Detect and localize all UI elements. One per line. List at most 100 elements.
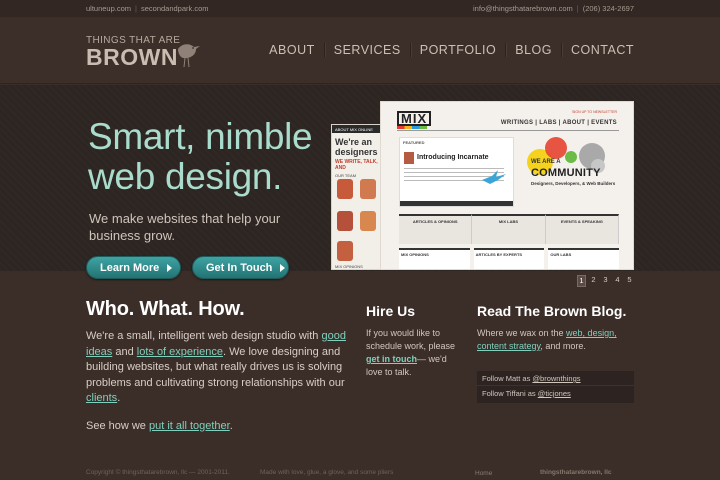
hire-heading: Hire Us	[366, 303, 416, 319]
learn-more-label: Learn More	[100, 261, 160, 274]
get-in-touch-button[interactable]: Get In Touch	[192, 256, 289, 279]
blog-text-part: , and more.	[540, 341, 586, 351]
screenshot-team-label: OUR TEAM	[335, 173, 357, 178]
mix-logo: MIX	[397, 111, 432, 126]
phone-number: (206) 324-2697	[582, 4, 634, 13]
made-with-text: Made with love, glue, a glove, and some …	[260, 469, 394, 476]
portfolio-screenshot-main[interactable]: MIX SIGN UP TO NEWSLETTER WRITINGS | LAB…	[380, 101, 634, 270]
pager-2[interactable]: 2	[589, 275, 598, 287]
team-photo	[360, 179, 376, 199]
nav-blog[interactable]: BLOG	[505, 43, 561, 57]
mix-columns-lower: MIX OPINIONS ARTICLES BY EXPERTS OUR LAB…	[399, 248, 620, 269]
site-logo[interactable]: THINGS THAT ARE BROWN	[86, 35, 226, 75]
see-how-part: See how we	[86, 419, 149, 432]
bird-icon	[178, 44, 200, 68]
about-text-part: We're a small, intelligent web design st…	[86, 330, 322, 342]
main-nav: ABOUT SERVICES PORTFOLIO BLOG CONTACT	[260, 43, 634, 57]
divider	[397, 130, 619, 131]
experience-link[interactable]: lots of experience	[137, 346, 223, 358]
nav-portfolio[interactable]: PORTFOLIO	[409, 43, 506, 57]
slideshow-pager: 1 2 3 4 5	[577, 275, 634, 287]
column-articles: ARTICLES & OPINIONS	[399, 214, 473, 244]
featured-thumbnail	[404, 152, 414, 164]
tiffani-twitter-link[interactable]: @ticjones	[538, 389, 571, 398]
pager-3[interactable]: 3	[601, 275, 610, 287]
follow-tiffani: Follow Tiffani as @ticjones	[477, 385, 634, 400]
site-footer: Copyright © thingsthatarebrown, llc — 20…	[0, 463, 720, 480]
footer-home-link[interactable]: Home	[475, 470, 492, 477]
link-secondandpark[interactable]: secondandpark.com	[141, 4, 209, 13]
see-how-text: See how we put it all together.	[86, 420, 356, 432]
hire-text: If you would like to schedule work, plea…	[366, 327, 460, 379]
team-photo	[337, 241, 353, 261]
featured-title: Introducing Incarnate	[417, 154, 489, 161]
hero-title: Smart, nimble web design.	[88, 117, 328, 197]
screenshot-opinions-label: MIX OPINIONS	[335, 264, 363, 269]
pager-5[interactable]: 5	[625, 275, 634, 287]
featured-pager	[400, 201, 513, 206]
nav-about[interactable]: ABOUT	[260, 43, 324, 57]
community-subtitle: Designers, Developers, & Web Builders	[531, 181, 616, 186]
hire-section: Hire Us If you would like to schedule wo…	[366, 303, 460, 379]
blog-heading: Read The Brown Blog.	[477, 303, 627, 319]
pager-1[interactable]: 1	[577, 275, 586, 287]
blog-section: Read The Brown Blog. Where we wax on the…	[477, 303, 637, 353]
put-together-link[interactable]: put it all together	[149, 420, 230, 432]
mix-signup: SIGN UP TO NEWSLETTER	[572, 110, 617, 114]
column-labs: MIX LABS	[472, 214, 546, 244]
community-title: COMMUNITY	[531, 167, 601, 179]
follow-text: Follow Tiffani as	[482, 389, 538, 398]
team-photo	[337, 211, 353, 231]
matt-twitter-link[interactable]: @brownthings	[532, 374, 580, 383]
email-link[interactable]: info@thingsthatarebrown.com	[473, 4, 573, 13]
learn-more-button[interactable]: Learn More	[86, 256, 181, 279]
blog-text-part: Where we wax on the	[477, 328, 567, 338]
column-experts: ARTICLES BY EXPERTS	[473, 248, 545, 269]
footer-company-name: thingsthatarebrown, llc	[540, 469, 612, 476]
column-opinions: MIX OPINIONS	[399, 248, 470, 269]
blog-text: Where we wax on the web, design, content…	[477, 327, 637, 353]
utility-bar: ultuneup.com | secondandpark.com info@thin…	[0, 0, 720, 17]
hero-subtitle: We make websites that help your business…	[89, 211, 281, 243]
decor-circle	[545, 137, 567, 159]
logo-wordmark: BROWN	[86, 44, 178, 70]
hero-title-line2: web design.	[88, 156, 283, 197]
arrow-right-icon	[167, 263, 173, 272]
nav-services[interactable]: SERVICES	[323, 43, 410, 57]
team-photo	[337, 179, 353, 199]
link-ultuneup[interactable]: ultuneup.com	[86, 4, 131, 13]
divider: |	[135, 4, 137, 13]
follow-matt: Follow Matt as @brownthings	[477, 371, 634, 385]
community-prefix: WE ARE A	[531, 159, 561, 165]
see-how-part: .	[229, 419, 233, 432]
hummingbird-icon	[482, 170, 506, 184]
mix-nav: WRITINGS | LABS | ABOUT | EVENTS	[500, 120, 617, 126]
about-text-part: and	[112, 345, 137, 358]
mix-color-bar	[397, 126, 427, 129]
team-photo	[360, 211, 376, 231]
featured-label: FEATURED	[403, 140, 425, 145]
about-heading: Who. What. How.	[86, 298, 245, 320]
hero-title-line1: Smart, nimble	[88, 116, 313, 157]
about-text-part: .	[117, 392, 121, 404]
divider: |	[576, 4, 579, 13]
mix-community-block: WE ARE A COMMUNITY Designers, Developers…	[521, 137, 619, 207]
mix-featured-card: FEATURED Introducing Incarnate	[399, 137, 514, 207]
pager-4[interactable]: 4	[613, 275, 622, 287]
about-text: We're a small, intelligent web design st…	[86, 329, 356, 407]
decor-circle	[565, 151, 577, 163]
hire-text-part: If you would like to schedule work, plea…	[366, 328, 456, 351]
follow-text: Follow Matt as	[482, 374, 533, 383]
column-events: EVENTS & SPEAKING	[545, 214, 619, 244]
copyright-text: Copyright © thingsthatarebrown, llc — 20…	[86, 469, 230, 476]
arrow-right-icon	[280, 263, 286, 272]
site-header: THINGS THAT ARE BROWN ABOUT SERVICES POR…	[0, 17, 720, 84]
mix-columns: ARTICLES & OPINIONS MIX LABS EVENTS & SP…	[399, 214, 619, 244]
twitter-follow-box: Follow Matt as @brownthings Follow Tiffa…	[477, 371, 634, 403]
about-section: Who. What. How. We're a small, intellige…	[86, 298, 356, 432]
get-in-touch-link[interactable]: get in touch	[366, 354, 417, 364]
clients-link[interactable]: clients	[86, 392, 117, 404]
get-in-touch-label: Get In Touch	[206, 261, 273, 274]
nav-contact[interactable]: CONTACT	[561, 43, 634, 57]
column-our-labs: OUR LABS	[548, 248, 620, 269]
